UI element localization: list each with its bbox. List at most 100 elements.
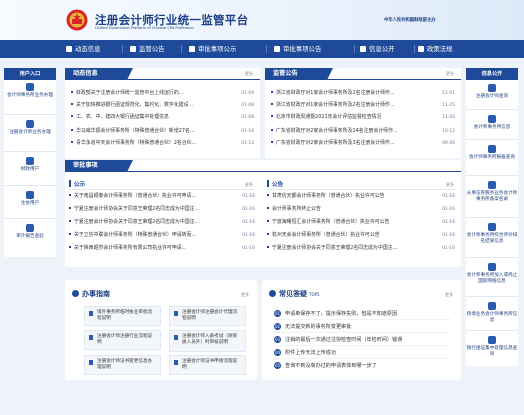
doc-icon — [89, 311, 93, 316]
announce-item[interactable]: 甘肃信天都会计师事务所（普通合伙）执业许可公告 01-16 — [267, 192, 455, 201]
announce-item[interactable]: 宁波海曙恒汇会计师事务所（普通合伙）执业许可公告 01-16 — [267, 218, 455, 227]
news-item[interactable]: 浙江省财政厅对1家会计师事务所及2名注册会计师作... 11-25 — [271, 101, 455, 110]
person-search-icon — [488, 84, 496, 92]
news-item[interactable]: 青华永道中天会计师事务所（特殊普通合伙）2名合伙... 01-12 — [71, 139, 254, 148]
announce-subtitle: 公告 — [272, 182, 284, 188]
guide-icon — [72, 290, 79, 297]
faq-item[interactable]: 04 附件上传无法上传成功 — [274, 347, 451, 359]
bank-icon — [488, 336, 496, 344]
nav-approval-public[interactable]: 审批事项公示 — [189, 40, 236, 58]
news-item[interactable]: 工、农、中、建四大银行函证集中处理信息 01-08 — [71, 113, 254, 122]
news-item[interactable]: 广东省财政厅对2家会计师事务所及14名注册会计师作... 10-12 — [271, 127, 455, 136]
guide-more-link[interactable]: 更多 — [241, 292, 249, 298]
faq-more-link[interactable]: 更多 — [445, 292, 453, 298]
grid-icon — [488, 181, 496, 189]
sidebar-item-crossborder[interactable]: 跨境业务会计师事务所信息 — [466, 296, 518, 324]
shield-icon — [26, 224, 34, 232]
list-icon — [488, 115, 496, 123]
approval-panel: 审批事项 公示 更多 关于南昌顺泰会计师事务所（普通合伙）执业许可申请... 01… — [65, 160, 461, 267]
nav-dynamic-info[interactable]: 动态信息 — [66, 40, 101, 58]
nav-divider — [414, 45, 415, 53]
doc-icon — [174, 311, 178, 316]
doc-icon — [174, 360, 178, 365]
news-item[interactable]: 广东省财政厅对2家会计师事务所及3名注册会计师作... 09-26 — [271, 139, 455, 148]
right-sidebar: 信息公开 注册会计师查询 会计师事务所信息 会计师事务所报备查询 从事证券服务业… — [466, 68, 518, 366]
left-sidebar: 用户入口 会计师事务所业务办理 注册会计师业务办理 财政用户 注协用户 审计报告… — [4, 68, 56, 257]
sidebar-item-firm-business[interactable]: 会计师事务所业务办理 — [4, 83, 56, 99]
guide-item[interactable]: 境外事务所临时执业审批流程说明 — [84, 306, 161, 326]
guide-item[interactable]: 注册会计师注册行业流程说明 — [84, 330, 161, 350]
question-icon — [269, 290, 276, 297]
public-item[interactable]: 宁夏注册会计师协会关于同意王荣理2名同志成为中国注... 01-16 — [69, 205, 255, 214]
public-item[interactable]: 关于立信中联会计师事务所（特殊普通合伙）申请转而... 01-16 — [69, 231, 255, 240]
sidebar-item-firm-ranking[interactable]: 会计师事务所综合评价排名结果信息 — [466, 217, 518, 245]
doc-icon — [174, 335, 178, 340]
faq-item[interactable]: 03 注销的最后一次通过注协检查时间（年检时间）错误 — [274, 334, 451, 346]
site-header: 注册会计师行业统一监管平台 Unified Supervision Platfo… — [0, 0, 524, 40]
guide-panel: 办事指南 更多 境外事务所临时执业审批流程说明 注册会计师注册会计代理流程说明 … — [65, 280, 257, 380]
supervision-more-link[interactable]: 更多 — [446, 71, 454, 77]
public-more-link[interactable]: 更多 — [245, 182, 253, 188]
dynamic-info-panel: 动态信息 更多 财政部关于注册会计师统一监管平台上线运行的... 01-09 关于… — [65, 68, 260, 158]
chart-icon — [488, 223, 496, 231]
dynamic-info-more-link[interactable]: 更多 — [245, 71, 253, 77]
sidebar-item-firm-info[interactable]: 会计师事务所信息 — [466, 109, 518, 131]
law-icon — [418, 45, 424, 52]
panel-divider — [265, 79, 461, 80]
guide-title: 办事指南 — [72, 289, 110, 299]
faq-item[interactable]: 01 申请单保存不了，提示保存失败，但是不知道原因 — [274, 308, 451, 320]
guide-item[interactable]: 注册会计师注册会计代理流程说明 — [169, 306, 246, 326]
sidebar-item-finance-user[interactable]: 财政用户 — [4, 151, 56, 173]
sidebar-item-cpa-search[interactable]: 注册会计师查询 — [466, 84, 518, 100]
announce-more-link[interactable]: 更多 — [446, 182, 454, 188]
faq-panel: 常见答疑 TOP5 更多 01 申请单保存不了，提示保存失败，但是不知道原因 02 无… — [262, 280, 461, 380]
news-icon — [66, 45, 72, 52]
info-icon — [360, 45, 366, 52]
group-icon — [26, 191, 34, 199]
guide-item[interactable]: 注册会计师证书变更信息办理说明 — [84, 355, 161, 375]
sidebar-item-cpa-business[interactable]: 注册会计师业务办理 — [4, 114, 56, 136]
sidebar-item-report-verify[interactable]: 审计报告查验 — [4, 218, 56, 240]
public-item[interactable]: 宁夏注册会计师协会关于同意王荣理2名同志成为中国注... 01-16 — [69, 218, 255, 227]
building-icon — [26, 83, 34, 91]
faq-item[interactable]: 05 查询不到没有办过的申请表体到哪一步了 — [274, 360, 451, 372]
users-icon — [26, 157, 34, 165]
nav-info-public[interactable]: 信息公开 — [360, 40, 395, 58]
nav-divider — [354, 45, 355, 53]
public-item[interactable]: 关于南昌顺泰会计师事务所（普通合伙）执业许可申请... 01-16 — [69, 192, 255, 201]
nav-policy[interactable]: 政策法规 — [418, 40, 453, 58]
supervision-panel: 监管公告 更多 浙江省财政厅对1家会计师事务所及2名注册会计师作... 12-01… — [265, 68, 461, 158]
nav-divider — [122, 45, 123, 53]
announce-item[interactable]: 宁夏注册会计师协会关于同意王荣理2名同志成为中国注... 01-16 — [267, 244, 455, 253]
sidebar-item-securities-firms[interactable]: 从事证券服务业务会计师事务所备案名录 — [466, 175, 518, 203]
left-sidebar-title: 用户入口 — [4, 68, 56, 80]
bell-icon — [130, 45, 136, 52]
doc-icon — [274, 45, 280, 52]
news-item[interactable]: 财政部关于注册会计师统一监管平台上线运行的... 01-09 — [71, 89, 254, 98]
site-title-en: Unified Supervision Platform of Chinese … — [95, 26, 194, 30]
guide-item[interactable]: 注册会计师入备考试（除资质人员外）时审核说明 — [169, 330, 246, 352]
person-icon — [26, 120, 34, 128]
public-item[interactable]: 关于陕西昭然会计师事务所有限公司执业许可申请... 01-16 — [69, 244, 255, 253]
nav-supervision[interactable]: 监管公告 — [130, 40, 165, 58]
main-nav: 动态信息 监管公告 审批事项公示 审批事项公告 信息公开 政策法规 — [0, 40, 524, 58]
sidebar-item-bank-confirm[interactable]: 银行函证集中处理信息查询 — [466, 330, 518, 358]
doc-icon — [89, 335, 93, 340]
sidebar-item-intl-network[interactable]: 会计师事务所加入或终止国际网络信息 — [466, 257, 518, 285]
sponsor-text: 中华人民共和国财政部主办 — [384, 18, 436, 23]
news-item[interactable]: 北京市财政局通报2021年会计评估监督检查情况 11-20 — [271, 113, 455, 122]
sidebar-item-firm-record[interactable]: 会计师事务所报备查询 — [466, 139, 518, 161]
announce-item[interactable]: 会计师事务所终止公告 01-16 — [267, 205, 455, 214]
faq-item[interactable]: 02 无法提交新的事务所变更审批 — [274, 321, 451, 333]
sidebar-item-association-user[interactable]: 注协用户 — [4, 185, 56, 207]
news-item[interactable]: 浙江省财政厅对1家会计师事务所及2名注册会计师作... 12-01 — [271, 89, 455, 98]
announce-item[interactable]: 杭州天会会计师事务所（普通合伙）执业许可公告 01-16 — [267, 231, 455, 240]
guide-item[interactable]: 注册会计师证书申请流程说明 — [169, 355, 246, 375]
doc-icon — [189, 45, 195, 52]
national-emblem-icon — [66, 9, 88, 31]
news-item[interactable]: 华马威华振会计师事务所（特殊普通合伙）新增27名... 01-16 — [71, 127, 254, 136]
nav-approval-announce[interactable]: 审批事项公告 — [274, 40, 321, 58]
news-item[interactable]: 关于加快推进银行函证规范化、集约化、数字化建设... 01-08 — [71, 101, 254, 110]
doc-icon — [89, 360, 93, 365]
panel-divider — [65, 79, 260, 80]
